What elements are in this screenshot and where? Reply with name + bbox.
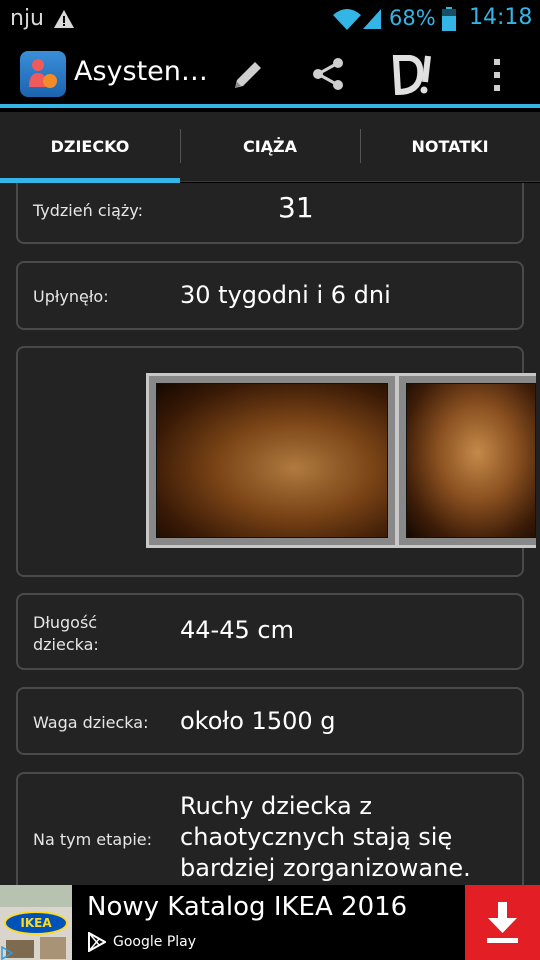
ad-info-icon[interactable] <box>0 946 14 960</box>
elapsed-card: Upłynęło: 30 tygodni i 6 dni <box>16 261 524 330</box>
battery-icon <box>442 7 456 31</box>
mother-child-icon <box>29 59 57 88</box>
pencil-icon[interactable] <box>227 56 267 96</box>
overflow-menu-icon[interactable] <box>486 56 508 94</box>
pregnancy-week-card: Tydzień ciąży: 31 <box>16 183 524 244</box>
elapsed-value: 30 tygodni i 6 dni <box>180 281 391 309</box>
baby-weight-card: Waga dziecka: około 1500 g <box>16 687 524 755</box>
ad-download-button[interactable] <box>465 885 540 960</box>
elapsed-label: Upłynęło: <box>33 287 109 306</box>
ultrasound-gallery-card <box>16 346 536 577</box>
stage-info-label: Na tym etapie: <box>33 830 153 849</box>
di-logo-icon[interactable] <box>392 52 434 98</box>
baby-length-value: 44-45 cm <box>180 616 294 644</box>
share-icon[interactable] <box>310 56 346 92</box>
stage-info-card: Na tym etapie: Ruchy dziecka z chaotyczn… <box>16 772 524 885</box>
ikea-logo: IKEA <box>4 911 68 935</box>
wifi-icon <box>333 9 361 30</box>
ultrasound-image[interactable] <box>146 373 398 548</box>
tab-dziecko[interactable]: DZIECKO <box>0 112 180 182</box>
app-title[interactable]: Asysten… <box>74 56 208 87</box>
warning-icon <box>54 10 74 28</box>
ad-title[interactable]: Nowy Katalog IKEA 2016 <box>87 892 407 922</box>
baby-length-card: Długość dziecka: 44-45 cm <box>16 593 524 670</box>
pregnancy-week-label: Tydzień ciąży: <box>33 201 143 220</box>
content-scroll-area[interactable]: Tydzień ciąży: 31 Upłynęło: 30 tygodni i… <box>0 183 540 885</box>
google-play-icon <box>88 932 106 952</box>
signal-icon <box>363 9 381 29</box>
stage-info-value: Ruchy dziecka z chaotycznych stają się b… <box>180 792 471 882</box>
ad-image[interactable]: IKEA <box>0 885 72 960</box>
tab-bar: DZIECKO CIĄŻA NOTATKI <box>0 112 540 184</box>
status-bar: nju 68% 14:18 <box>0 0 540 38</box>
google-play-label: Google Play <box>113 934 197 950</box>
download-icon <box>487 902 518 943</box>
tab-notatki[interactable]: NOTATKI <box>360 112 540 182</box>
battery-percentage: 68% <box>389 6 436 30</box>
carrier-name: nju <box>10 6 44 31</box>
ad-banner[interactable]: IKEA Nowy Katalog IKEA 2016 Google Play <box>0 885 540 960</box>
tab-ciaza[interactable]: CIĄŻA <box>180 112 360 182</box>
baby-weight-label: Waga dziecka: <box>33 713 149 732</box>
baby-weight-value: około 1500 g <box>180 707 336 735</box>
ultrasound-image[interactable] <box>396 373 536 548</box>
pregnancy-week-value: 31 <box>278 191 314 224</box>
app-icon[interactable] <box>20 51 66 97</box>
action-bar: Asysten… <box>0 38 540 108</box>
baby-length-label: Długość dziecka: <box>33 613 99 654</box>
clock: 14:18 <box>469 5 533 30</box>
